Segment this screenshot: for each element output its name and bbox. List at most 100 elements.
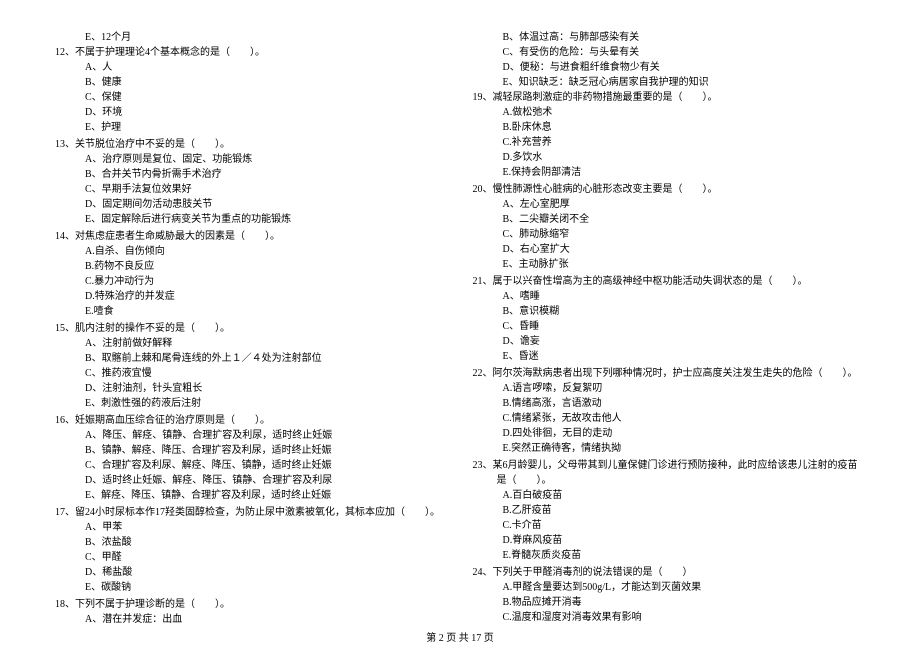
question-text: 慢性肺源性心脏病的心脏形态改变主要是（ ）。 — [493, 184, 718, 195]
option-line: B、健康 — [55, 75, 448, 90]
option-letter: E、 — [85, 214, 101, 225]
option-letter: C. — [85, 276, 94, 287]
option-letter: B、 — [85, 445, 102, 456]
option-letter: C. — [503, 520, 512, 531]
option-line: B.情绪高涨，言语激动 — [473, 396, 866, 411]
option-line: A.甲醛含量要达到500g/L，才能达到灭菌效果 — [473, 580, 866, 595]
option-line: E、固定解除后进行病变关节为重点的功能锻炼 — [55, 212, 448, 227]
question-number: 14、 — [55, 231, 75, 242]
option-line: B.乙肝疫苗 — [473, 503, 866, 518]
option-letter: A、 — [85, 62, 102, 73]
question-block: 18、下列不属于护理诊断的是（ ）。A、潜在并发症：出血 — [55, 597, 448, 627]
option-line: A、潜在并发症：出血 — [55, 612, 448, 627]
option-line: A、嗜睡 — [473, 289, 866, 304]
question-stem: 12、不属于护理理论4个基本概念的是（ ）。 — [55, 45, 448, 60]
option-letter: A. — [503, 490, 513, 501]
option-letter: A、 — [503, 291, 520, 302]
option-line: A.百白破疫苗 — [473, 488, 866, 503]
option-letter: C、 — [85, 460, 102, 471]
option-line: C、肺动脉缩窄 — [473, 227, 866, 242]
option-line: C、昏睡 — [473, 319, 866, 334]
option-letter: C、 — [85, 184, 102, 195]
right-column: B、体温过高：与肺部感染有关C、有受伤的危险：与头晕有关D、便秘：与进食粗纤维食… — [473, 30, 866, 600]
question-stem: 14、对焦虑症患者生命威胁最大的因素是（ ）。 — [55, 229, 448, 244]
option-text: 噎食 — [94, 306, 114, 317]
option-line: E、主动脉扩张 — [473, 257, 866, 272]
option-letter: D. — [503, 152, 513, 163]
option-line: C.卡介苗 — [473, 518, 866, 533]
option-text: 合并关节内骨折需手术治疗 — [102, 169, 222, 180]
option-letter: E、 — [85, 32, 101, 43]
option-text: 刺激性强的药液后注射 — [101, 398, 201, 409]
question-number: 16、 — [55, 415, 75, 426]
option-line: D、右心室扩大 — [473, 242, 866, 257]
option-text: 情绪高涨，言语激动 — [512, 398, 602, 409]
option-letter: B. — [503, 122, 512, 133]
option-letter: C、 — [503, 321, 520, 332]
option-line: A、治疗原则是复位、固定、功能锻炼 — [55, 152, 448, 167]
option-letter: B、 — [85, 169, 102, 180]
option-line: A.语言啰嗦，反复絮叨 — [473, 381, 866, 396]
option-line: B、二尖瓣关闭不全 — [473, 212, 866, 227]
option-line: C、有受伤的危险：与头晕有关 — [473, 45, 866, 60]
question-block: 20、慢性肺源性心脏病的心脏形态改变主要是（ ）。A、左心室肥厚B、二尖瓣关闭不… — [473, 182, 866, 272]
option-text: 保健 — [102, 92, 122, 103]
option-letter: C. — [503, 413, 512, 424]
option-letter: E、 — [85, 582, 101, 593]
option-letter: B、 — [503, 214, 520, 225]
option-text: 稀盐酸 — [102, 567, 132, 578]
option-letter: B. — [503, 505, 512, 516]
option-text: 百白破疫苗 — [512, 490, 562, 501]
option-letter: B、 — [85, 353, 102, 364]
option-letter: E、 — [503, 351, 519, 362]
option-text: 谵妄 — [520, 336, 540, 347]
question-number: 15、 — [55, 323, 75, 334]
option-text: 情绪紧张，无故攻击他人 — [512, 413, 622, 424]
question-block: 14、对焦虑症患者生命威胁最大的因素是（ ）。A.自杀、自伤倾向B.药物不良反应… — [55, 229, 448, 319]
question-number: 19、 — [473, 92, 493, 103]
option-letter: C、 — [85, 92, 102, 103]
option-line: E、护理 — [55, 120, 448, 135]
option-letter: B、 — [503, 32, 520, 43]
question-text: 某6月龄婴儿，父母带其到儿童保健门诊进行预防接种，此时应给该患儿注射的疫苗是（ … — [493, 460, 858, 486]
option-letter: B、 — [85, 537, 102, 548]
option-text: 人 — [102, 62, 112, 73]
option-line: E、碳酸钠 — [55, 580, 448, 595]
option-letter: D. — [85, 291, 95, 302]
option-text: 突然正确待客，情绪执拗 — [511, 443, 621, 454]
question-number: 21、 — [473, 276, 493, 287]
option-text: 卡介苗 — [512, 520, 542, 531]
option-text: 卧床休息 — [512, 122, 552, 133]
option-text: 环境 — [102, 107, 122, 118]
question-stem: 24、下列关于甲醛消毒剂的说法错误的是（ ） — [473, 565, 866, 580]
option-text: 意识模糊 — [519, 306, 559, 317]
exam-page: E、12个月12、不属于护理理论4个基本概念的是（ ）。A、人B、健康C、保健D… — [0, 0, 920, 625]
option-line: E、知识缺乏：缺乏冠心病居家自我护理的知识 — [473, 75, 866, 90]
option-letter: D、 — [503, 62, 520, 73]
option-line: D、注射油剂，针头宜粗长 — [55, 381, 448, 396]
question-text: 肌内注射的操作不妥的是（ ）。 — [75, 323, 230, 334]
option-line: D.特殊治疗的并发症 — [55, 289, 448, 304]
option-text: 昏迷 — [519, 351, 539, 362]
option-line: D、便秘：与进食粗纤维食物少有关 — [473, 60, 866, 75]
option-letter: B、 — [503, 306, 520, 317]
option-letter: D、 — [503, 244, 520, 255]
option-line: B.物品应摊开消毒 — [473, 595, 866, 610]
option-letter: C、 — [503, 47, 520, 58]
option-line: B、体温过高：与肺部感染有关 — [473, 30, 866, 45]
option-text: 自杀、自伤倾向 — [95, 246, 165, 257]
option-text: 12个月 — [101, 32, 131, 43]
option-text: 脊髓灰质炎疫苗 — [511, 550, 581, 561]
option-text: 解痉、降压、镇静、合理扩容及利尿，适时终止妊娠 — [101, 490, 331, 501]
option-letter: A、 — [85, 338, 102, 349]
option-letter: C. — [503, 612, 512, 623]
option-text: 注射油剂，针头宜粗长 — [102, 383, 202, 394]
option-text: 乙肝疫苗 — [512, 505, 552, 516]
option-line: C.补充营养 — [473, 135, 866, 150]
option-text: 知识缺乏：缺乏冠心病居家自我护理的知识 — [519, 77, 709, 88]
option-line: B、取髂前上棘和尾骨连线的外上１／４处为注射部位 — [55, 351, 448, 366]
option-text: 护理 — [101, 122, 121, 133]
question-block: 21、属于以兴奋性增高为主的高级神经中枢功能活动失调状态的是（ ）。A、嗜睡B、… — [473, 274, 866, 364]
option-line: E.脊髓灰质炎疫苗 — [473, 548, 866, 563]
option-letter: B. — [503, 398, 512, 409]
